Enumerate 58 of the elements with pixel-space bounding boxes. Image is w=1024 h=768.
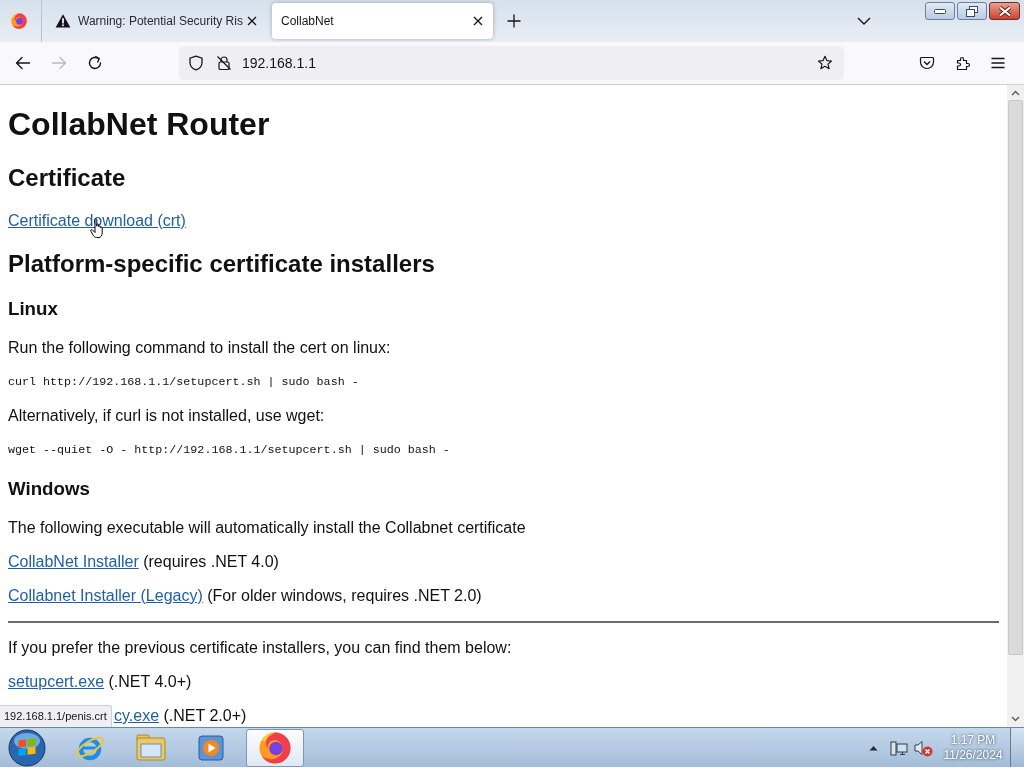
scrollbar[interactable] (1007, 85, 1024, 727)
start-orb-icon[interactable] (8, 728, 46, 767)
link[interactable]: Certificate download (crt) (8, 212, 186, 229)
scroll-up-icon[interactable] (1011, 90, 1020, 96)
clock-date: 11/26/2024 (943, 747, 1003, 763)
scrollbar-thumb[interactable] (1008, 100, 1023, 655)
section-heading: Certificate (8, 164, 126, 192)
paragraph: CollabNet Installer (requires .NET 4.0) (8, 553, 279, 571)
close-icon (997, 5, 1012, 17)
link[interactable]: Collabnet Installer (Legacy) (8, 587, 203, 604)
clock-time: 1:17 PM (950, 732, 996, 748)
warning-icon (55, 13, 71, 29)
browser-logo-icon (259, 731, 291, 764)
page-title: CollabNet Router (8, 106, 270, 143)
code-snippet: wget --quiet -O - http://192.168.1.1/setupcert.sh | sudo bash - (8, 442, 450, 459)
puzzle-piece-icon[interactable] (955, 55, 971, 71)
muted-speaker-icon[interactable] (913, 738, 933, 757)
link[interactable]: CollabNet Installer (8, 553, 139, 570)
taskbar-button[interactable] (246, 728, 304, 767)
paragraph: The following executable will automatically install the Collabnet certificate (8, 519, 526, 537)
back-arrow-icon[interactable] (15, 55, 31, 71)
browser-logo-icon[interactable] (11, 13, 27, 29)
close-window-button[interactable] (989, 2, 1020, 20)
star-icon[interactable] (817, 55, 833, 71)
link[interactable]: setupcert.exe (8, 673, 105, 690)
restore-icon (966, 5, 978, 17)
menu-icon[interactable] (990, 55, 1006, 71)
minimize-icon (934, 8, 946, 14)
reload-icon[interactable] (87, 55, 103, 71)
close-icon[interactable] (247, 16, 257, 26)
caret-up-icon[interactable] (869, 744, 878, 751)
paragraph: setupcert.exe (.NET 4.0+) (8, 673, 192, 691)
paragraph: cy.exe (.NET 2.0+) (114, 707, 247, 725)
scroll-down-icon[interactable] (1011, 716, 1020, 722)
link[interactable]: cy.exe (114, 707, 160, 724)
paragraph: If you prefer the previous certificate installers, you can find them below: (8, 639, 512, 657)
show-desktop-button[interactable] (1010, 728, 1024, 767)
paragraph: Run the following command to install the cert on linux: (8, 339, 391, 357)
code-snippet: curl http://192.168.1.1/setupcert.sh | sudo bash - (8, 374, 359, 391)
address-bar[interactable]: 192.168.1.1 (179, 46, 844, 80)
shield-icon[interactable] (188, 55, 204, 71)
link-preview: 192.168.1.1/penis.crt (0, 705, 112, 727)
minimize-button[interactable] (925, 2, 955, 20)
paragraph: Collabnet Installer (Legacy) (For older windows, requires .NET 2.0) (8, 587, 482, 605)
restore-button[interactable] (957, 2, 987, 20)
subsection-heading: Linux (8, 298, 58, 320)
subsection-heading: Windows (8, 478, 90, 500)
plus-icon[interactable] (507, 14, 521, 28)
lock-slash-icon[interactable] (216, 55, 232, 71)
section-heading: Platform-specific certificate installers (8, 250, 435, 278)
chevron-down-icon[interactable] (857, 17, 871, 25)
paragraph: Alternatively, if curl is not installed, use wget: (8, 407, 325, 425)
pocket-icon[interactable] (919, 55, 935, 71)
tab[interactable]: Warning: Potential Security Ris (45, 3, 267, 39)
close-icon[interactable] (473, 16, 483, 26)
tab[interactable]: CollabNet (272, 3, 493, 39)
folder-icon (135, 731, 167, 764)
network-icon[interactable] (890, 738, 908, 757)
